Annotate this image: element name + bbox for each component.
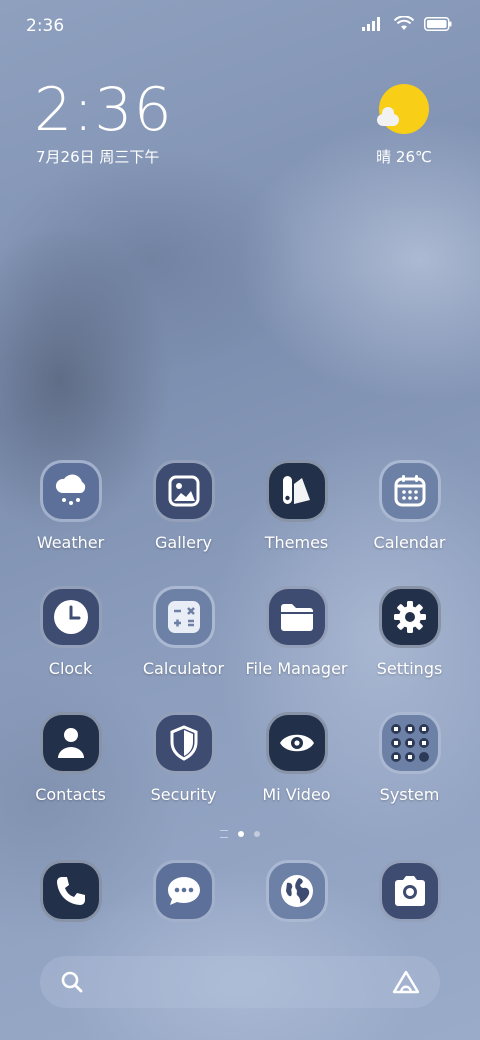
dock-browser[interactable]: [240, 860, 353, 922]
gear-icon: [378, 586, 441, 648]
eye-icon: [265, 712, 328, 774]
dock-messages[interactable]: [127, 860, 240, 922]
app-label: Contacts: [35, 785, 106, 804]
browser-globe-icon: [265, 860, 328, 922]
app-label: Themes: [264, 533, 329, 552]
app-label: Gallery: [155, 533, 212, 552]
app-label: System: [379, 785, 440, 804]
phone-icon: [39, 860, 102, 922]
app-contacts[interactable]: Contacts: [14, 712, 127, 804]
status-time: 2:36: [26, 16, 65, 36]
message-icon: [152, 860, 215, 922]
app-calculator[interactable]: Calculator: [127, 586, 240, 678]
app-label: Weather: [36, 533, 105, 552]
search-bar[interactable]: [40, 956, 440, 1008]
app-label: Clock: [48, 659, 93, 678]
app-clock[interactable]: Clock: [14, 586, 127, 678]
weather-summary: 晴 26℃: [364, 146, 444, 167]
app-security[interactable]: Security: [127, 712, 240, 804]
app-file-manager[interactable]: File Manager: [240, 586, 353, 678]
search-icon: [61, 971, 83, 993]
app-themes[interactable]: Themes: [240, 460, 353, 552]
calculator-icon: [152, 586, 215, 648]
feed-page-indicator[interactable]: [220, 830, 228, 838]
app-calendar[interactable]: Calendar: [353, 460, 466, 552]
battery-icon: [424, 16, 452, 31]
status-bar: 2:36: [0, 0, 480, 50]
page-dot[interactable]: [254, 831, 260, 837]
clock-widget-date: 7月26日 周三下午: [36, 148, 160, 166]
dock-camera[interactable]: [353, 860, 466, 922]
weather-condition: 晴: [376, 148, 392, 166]
person-icon: [39, 712, 102, 774]
clock-icon: [39, 586, 102, 648]
weather-icon: [39, 460, 102, 522]
signal-icon: [362, 16, 380, 31]
shield-icon: [152, 712, 215, 774]
status-icons: [362, 16, 452, 31]
assistant-icon[interactable]: [392, 970, 420, 994]
app-label: Calendar: [373, 533, 446, 552]
app-mi-video[interactable]: Mi Video: [240, 712, 353, 804]
weather-temperature: 26℃: [395, 148, 432, 166]
app-label: Settings: [376, 659, 443, 678]
gallery-icon: [152, 460, 215, 522]
page-dot-active[interactable]: [238, 831, 244, 837]
themes-icon: [265, 460, 328, 522]
app-settings[interactable]: Settings: [353, 586, 466, 678]
app-label: File Manager: [245, 659, 348, 678]
wifi-icon: [394, 16, 414, 30]
app-weather[interactable]: Weather: [14, 460, 127, 552]
page-indicator[interactable]: [0, 830, 480, 838]
dock-phone[interactable]: [14, 860, 127, 922]
app-label: Mi Video: [262, 785, 331, 804]
app-gallery[interactable]: Gallery: [127, 460, 240, 552]
clock-widget-time[interactable]: 2:36: [34, 78, 173, 142]
camera-icon: [378, 860, 441, 922]
app-label: Security: [150, 785, 217, 804]
sun-cloud-icon: [377, 84, 429, 134]
folder-grid-icon: [378, 712, 441, 774]
calendar-icon: [378, 460, 441, 522]
weather-widget[interactable]: 晴 26℃: [364, 84, 444, 167]
app-folder-system[interactable]: System: [353, 712, 466, 804]
app-label: Calculator: [142, 659, 225, 678]
folder-icon: [265, 586, 328, 648]
